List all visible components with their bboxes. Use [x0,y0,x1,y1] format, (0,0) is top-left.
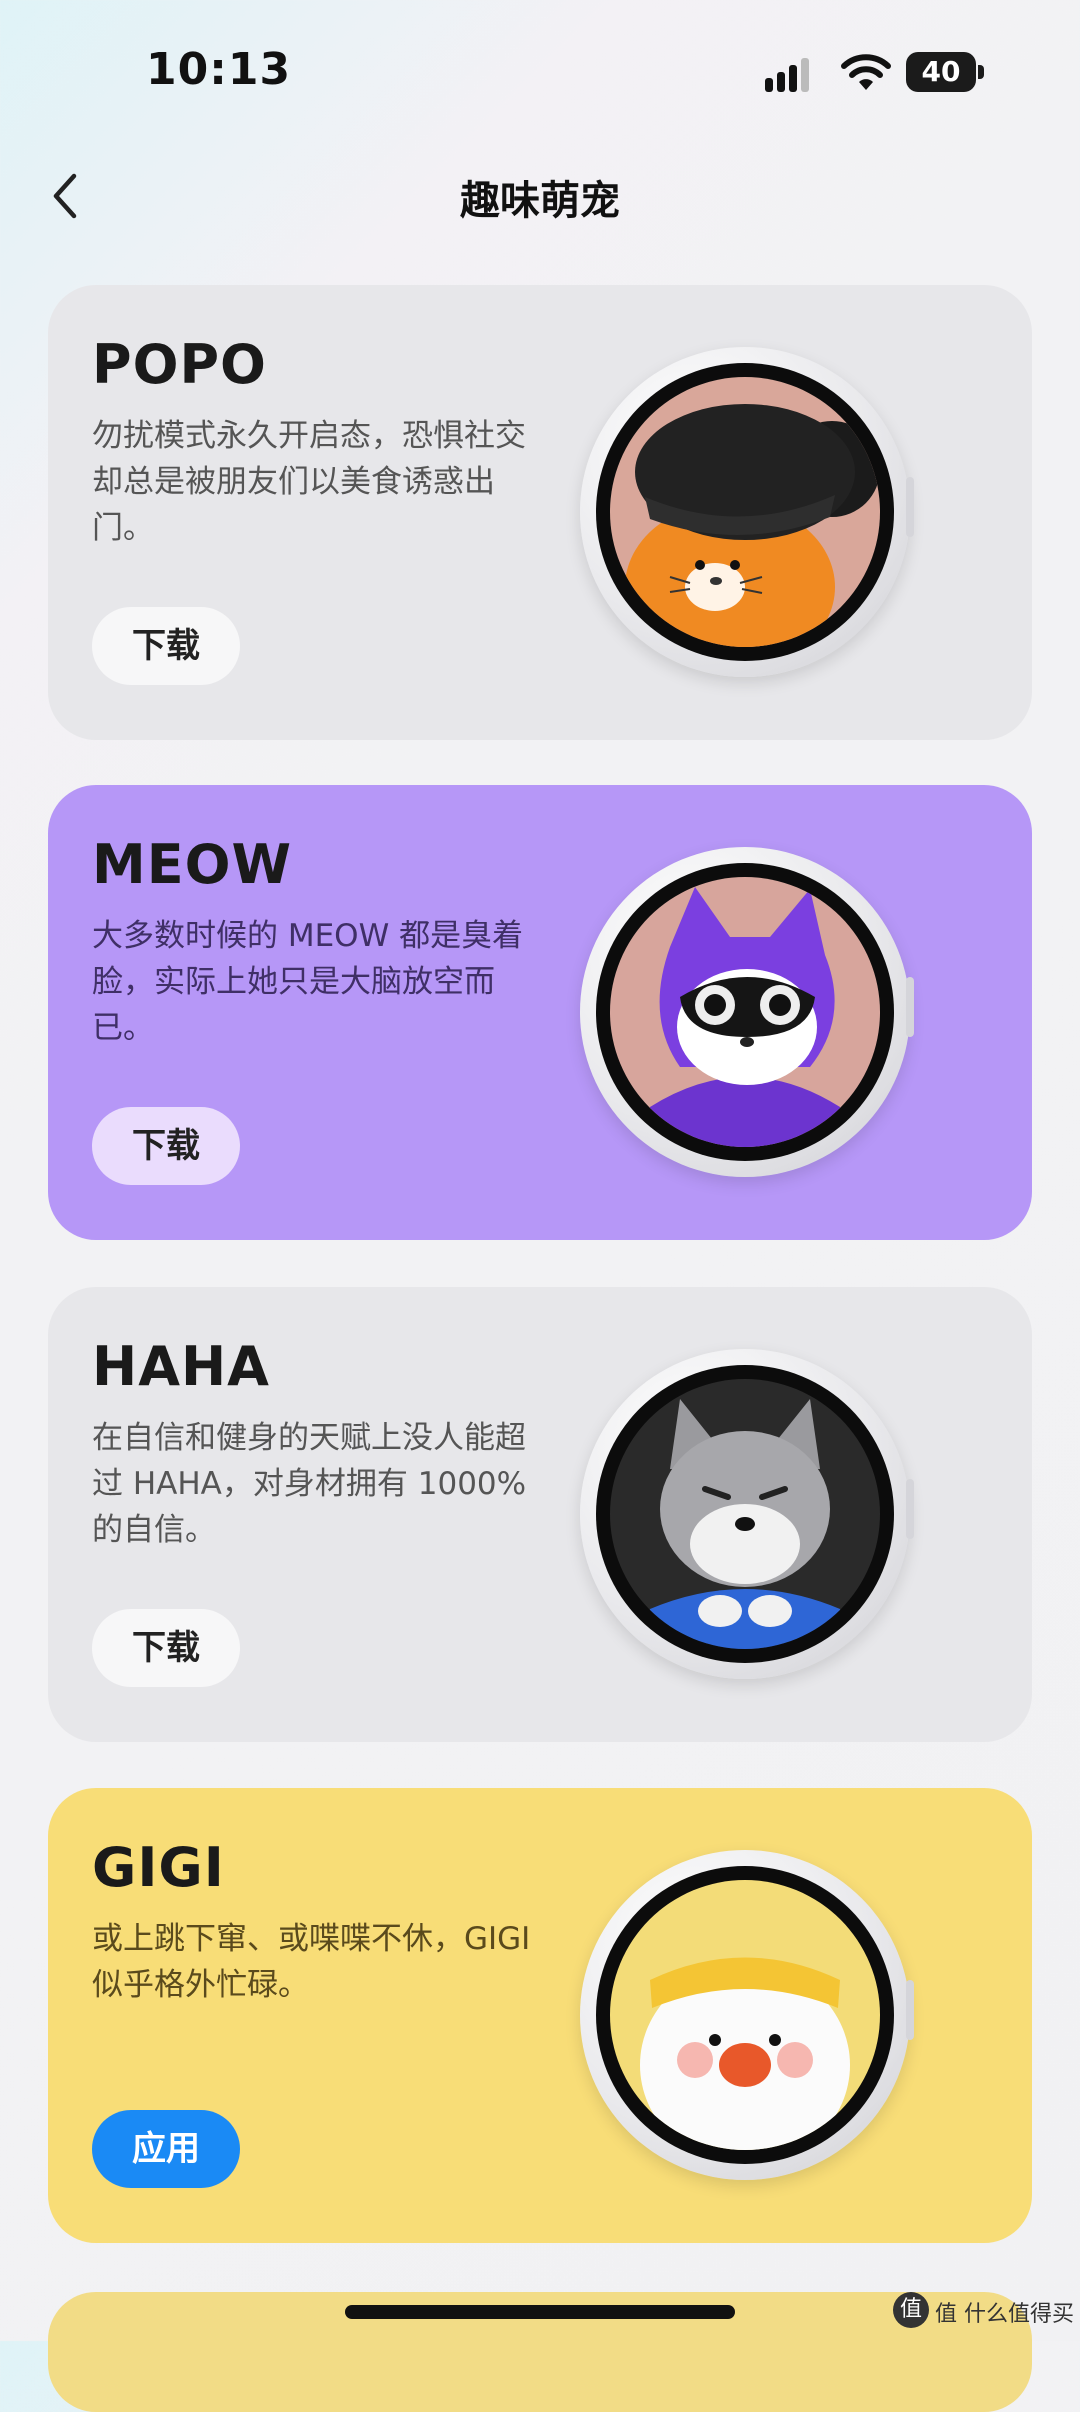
download-button[interactable]: 下载 [92,1107,240,1185]
battery-level: 40 [921,55,961,88]
pet-card-meow[interactable]: MEOW 大多数时候的 MEOW 都是臭着脸，实际上她只是大脑放空而已。 下载 [48,785,1032,1240]
watch-preview [580,847,914,1177]
watermark-text: 值 什么值得买 [935,2302,1074,2327]
home-indicator[interactable] [345,2305,735,2319]
meow-watchface-image [610,877,880,1147]
pet-card-popo[interactable]: POPO 勿扰模式永久开启态，恐惧社交却总是被朋友们以美食诱惑出门。 下载 [48,285,1032,740]
pet-name: POPO [92,333,267,396]
battery-icon: 40 [906,52,986,92]
watch-preview [580,1349,914,1679]
pet-name: HAHA [92,1335,270,1398]
status-time: 10:13 [146,44,292,95]
pet-name: MEOW [92,833,293,896]
pet-card-haha[interactable]: HAHA 在自信和健身的天赋上没人能超过 HAHA，对身材拥有 1000% 的自… [48,1287,1032,1742]
watermark-icon: 值 [893,2292,929,2328]
apply-button[interactable]: 应用 [92,2110,240,2188]
signal-icon [765,58,809,92]
pet-description: 勿扰模式永久开启态，恐惧社交却总是被朋友们以美食诱惑出门。 [92,418,526,546]
popo-watchface-image [610,377,880,647]
pet-name: GIGI [92,1836,225,1899]
page-title: 趣味萌宠 [460,178,620,224]
pet-description: 或上跳下窜、或喋喋不休，GIGI 似乎格外忙碌。 [92,1921,531,2003]
navigation-bar: 趣味萌宠 [0,150,1080,240]
download-button[interactable]: 下载 [92,607,240,685]
status-bar: 10:13 40 [0,0,1080,150]
haha-watchface-image [610,1379,880,1649]
watch-preview [580,1850,914,2180]
wifi-icon [841,54,891,90]
gigi-watchface-image [610,1880,880,2150]
watch-preview [580,347,914,677]
pet-description: 大多数时候的 MEOW 都是臭着脸，实际上她只是大脑放空而已。 [92,918,524,1046]
pet-description: 在自信和健身的天赋上没人能超过 HAHA，对身材拥有 1000% 的自信。 [92,1420,527,1548]
download-button[interactable]: 下载 [92,1609,240,1687]
pet-card-gigi[interactable]: GIGI 或上跳下窜、或喋喋不休，GIGI 似乎格外忙碌。 应用 [48,1788,1032,2243]
